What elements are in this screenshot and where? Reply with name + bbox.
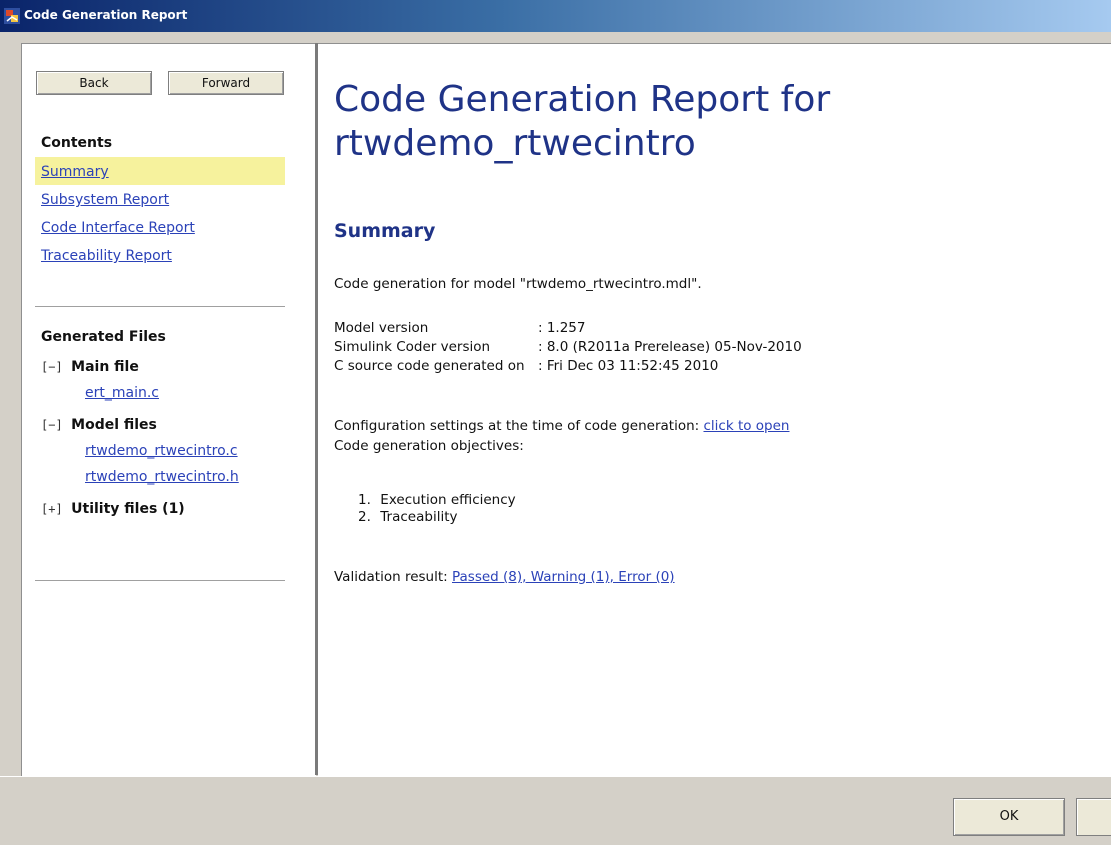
ok-button[interactable]: OK <box>953 798 1065 836</box>
config-settings-line: Configuration settings at the time of co… <box>334 418 789 434</box>
table-row: C source code generated on : Fri Dec 03 … <box>334 358 802 377</box>
collapse-toggle[interactable]: [−] <box>41 360 63 374</box>
generated-files-panel: Generated Files [−] Main file ert_main.c… <box>35 319 285 571</box>
list-number: 2. <box>358 509 371 525</box>
window-title: Code Generation Report <box>24 8 188 22</box>
simulink-report-icon <box>4 8 20 24</box>
info-value: : Fri Dec 03 11:52:45 2010 <box>538 358 719 374</box>
model-info-table: Model version : 1.257 Simulink Coder ver… <box>334 320 802 377</box>
validation-result-link[interactable]: Passed (8), Warning (1), Error (0) <box>452 569 675 585</box>
validation-line: Validation result: Passed (8), Warning (… <box>334 569 675 585</box>
nav-link-subsystem-report[interactable]: Subsystem Report <box>35 185 285 213</box>
objectives-label: Code generation objectives: <box>334 438 524 454</box>
objective-label: Traceability <box>380 509 458 525</box>
file-group-main: [−] Main file ert_main.c <box>35 353 285 407</box>
report-pane: Code Generation Report for rtwdemo_rtwec… <box>318 43 1111 776</box>
table-row: Model version : 1.257 <box>334 320 802 339</box>
click-to-open-link[interactable]: click to open <box>703 418 789 434</box>
nav-link-code-interface-report[interactable]: Code Interface Report <box>35 213 285 241</box>
file-link-ert-main-c[interactable]: ert_main.c <box>35 381 285 407</box>
group-name-utility-files: Utility files (1) <box>71 501 185 517</box>
generated-files-heading: Generated Files <box>41 329 166 345</box>
info-value: : 8.0 (R2011a Prerelease) 05-Nov-2010 <box>538 339 802 355</box>
list-number: 1. <box>358 492 371 508</box>
validation-text: Validation result: <box>334 569 452 585</box>
report-title: Code Generation Report for rtwdemo_rtwec… <box>334 79 831 164</box>
info-key: Model version <box>334 320 429 336</box>
collapse-toggle[interactable]: [−] <box>41 418 63 432</box>
back-button[interactable]: Back <box>36 71 152 95</box>
contents-panel: Contents Summary Subsystem Report Code I… <box>35 127 285 291</box>
file-group-utility: [+] Utility files (1) <box>35 495 285 523</box>
list-item: 2. Traceability <box>358 509 516 526</box>
config-settings-text: Configuration settings at the time of co… <box>334 418 704 434</box>
objective-label: Execution efficiency <box>380 492 516 508</box>
info-key: Simulink Coder version <box>334 339 491 355</box>
nav-link-summary[interactable]: Summary <box>35 157 285 185</box>
info-key: C source code generated on <box>334 358 525 374</box>
info-value: : 1.257 <box>538 320 586 336</box>
file-link-model-c[interactable]: rtwdemo_rtwecintro.c <box>35 439 285 465</box>
forward-button[interactable]: Forward <box>168 71 284 95</box>
table-row: Simulink Coder version : 8.0 (R2011a Pre… <box>334 339 802 358</box>
navigation-pane: Back Forward Contents Summary Subsystem … <box>21 43 316 777</box>
divider <box>35 580 285 584</box>
divider <box>35 306 285 310</box>
dialog-button-bar: OK <box>0 776 1111 845</box>
secondary-button[interactable] <box>1076 798 1111 836</box>
file-link-model-h[interactable]: rtwdemo_rtwecintro.h <box>35 465 285 491</box>
contents-heading: Contents <box>41 135 113 151</box>
title-bar: Code Generation Report <box>0 0 1111 32</box>
objectives-list: 1. Execution efficiency 2. Traceability <box>358 492 516 526</box>
file-group-model: [−] Model files rtwdemo_rtwecintro.c rtw… <box>35 411 285 491</box>
nav-link-traceability-report[interactable]: Traceability Report <box>35 241 285 269</box>
list-item: 1. Execution efficiency <box>358 492 516 509</box>
group-name-main-file: Main file <box>71 359 139 375</box>
group-name-model-files: Model files <box>71 417 157 433</box>
intro-text: Code generation for model "rtwdemo_rtwec… <box>334 276 702 292</box>
summary-heading: Summary <box>334 220 436 242</box>
expand-toggle[interactable]: [+] <box>41 502 63 516</box>
